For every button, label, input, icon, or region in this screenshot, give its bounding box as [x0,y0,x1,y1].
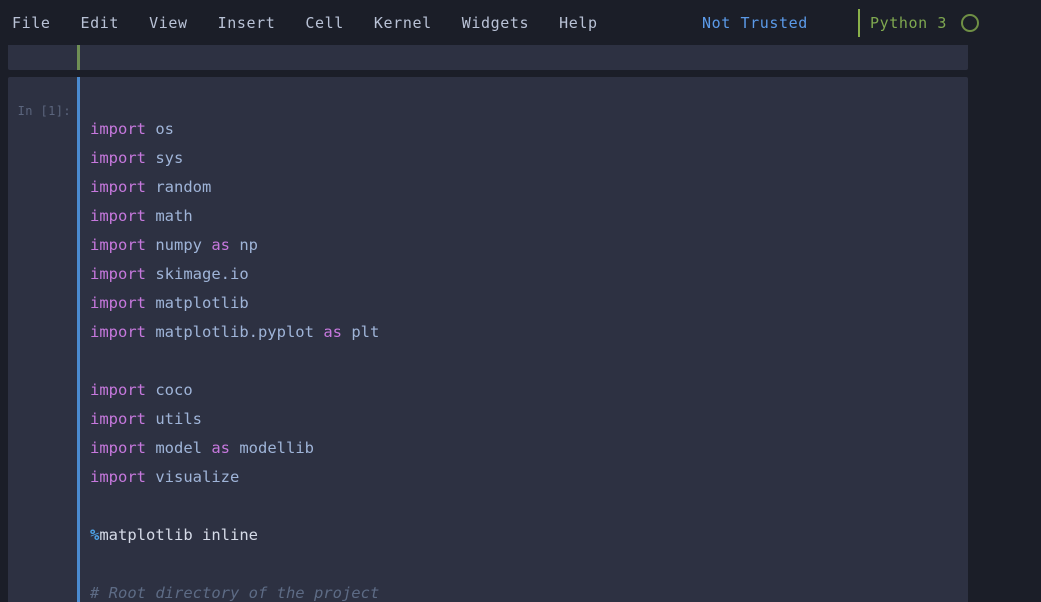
code-token: import [90,149,156,167]
code-line: import visualize [90,463,960,492]
code-token: as [211,236,240,254]
code-token: import [90,439,156,457]
code-token: import [90,236,156,254]
menu-edit[interactable]: Edit [81,10,120,36]
cell-input-prompt: In [1]: [17,104,71,118]
code-token: sys [155,149,184,167]
notebook-container: In [1]: import os import sys import random… [0,45,1041,602]
code-token: random [155,178,212,196]
kernel-name-label[interactable]: Python 3 [870,14,947,32]
menu-widgets[interactable]: Widgets [462,10,529,36]
code-token: os [155,120,174,138]
code-line: import matplotlib [90,289,960,318]
cell-command-mode-marker [77,45,80,70]
code-token: import [90,323,156,341]
code-line: import numpy as np [90,231,960,260]
menu-bar-status: Not Trusted Python 3 [702,0,1041,45]
menu-file[interactable]: File [12,10,51,36]
menu-help[interactable]: Help [559,10,598,36]
code-token: model [155,439,212,457]
menu-insert[interactable]: Insert [218,10,276,36]
code-line: import utils [90,405,960,434]
menu-cell[interactable]: Cell [305,10,344,36]
menu-bar-items: File Edit View Insert Cell Kernel Widgets Help [12,10,628,36]
menu-view[interactable]: View [149,10,188,36]
code-token: utils [155,410,202,428]
code-token: skimage.io [155,265,249,283]
code-token: import [90,207,156,225]
code-line: import os [90,115,960,144]
code-token: import [90,120,156,138]
code-token: visualize [155,468,240,486]
code-line: import math [90,202,960,231]
code-token: matplotlib.pyplot [155,323,324,341]
code-token: import [90,381,156,399]
code-line: import model as modellib [90,434,960,463]
code-token: numpy [155,236,212,254]
code-token: import [90,410,156,428]
code-line: %matplotlib inline [90,521,960,550]
code-token: % [90,526,100,544]
code-token: import [90,178,156,196]
code-token: import [90,294,156,312]
code-token: as [323,323,352,341]
code-line: import random [90,173,960,202]
code-line: import skimage.io [90,260,960,289]
code-token: plt [351,323,380,341]
trust-status-indicator[interactable]: Not Trusted [702,14,808,32]
code-token: as [211,439,240,457]
menu-kernel[interactable]: Kernel [374,10,432,36]
code-line: import coco [90,376,960,405]
notebook-cell-above[interactable] [8,45,968,70]
cell-edit-mode-marker [77,77,80,602]
code-line: # Root directory of the project [90,579,960,602]
code-line: import sys [90,144,960,173]
code-token: import [90,468,156,486]
code-token: matplotlib [155,294,249,312]
code-token: math [155,207,193,225]
code-token: np [239,236,258,254]
code-token: modellib [239,439,314,457]
code-token: # Root directory of the project [90,584,380,602]
code-token: coco [155,381,193,399]
code-token: import [90,265,156,283]
code-editor[interactable]: import os import sys import random import m… [90,115,960,602]
notebook-cell-code[interactable]: In [1]: import os import sys import random… [8,77,968,602]
code-line: import matplotlib.pyplot as plt [90,318,960,347]
code-token: matplotlib inline [99,526,258,544]
menu-bar: File Edit View Insert Cell Kernel Widgets Help … [0,0,1041,45]
kernel-divider [857,8,860,37]
kernel-idle-circle-icon[interactable] [961,13,979,32]
